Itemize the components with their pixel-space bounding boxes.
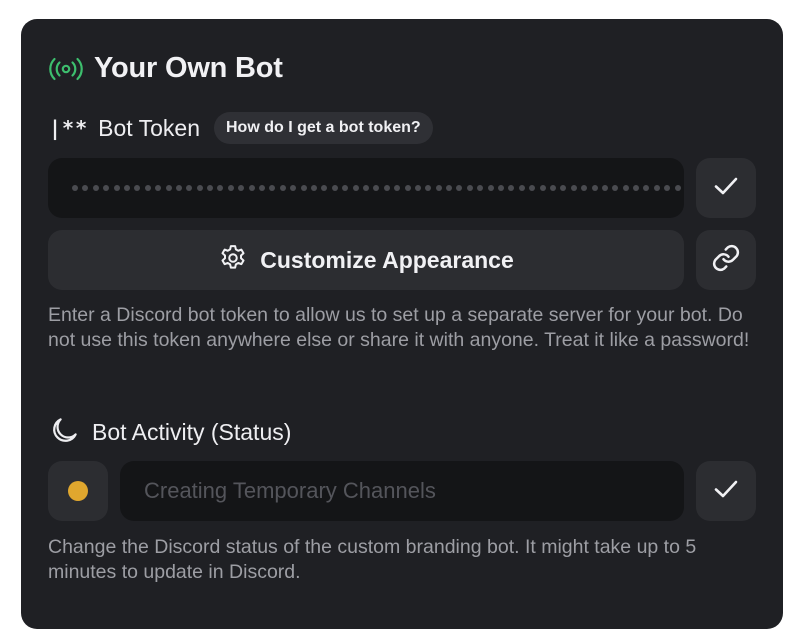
mask-dot [259,185,266,191]
mask-dot [290,185,297,191]
link-icon [711,243,741,278]
page-title: Your Own Bot [94,52,283,84]
mask-dot [508,185,515,191]
mask-dot [664,185,671,191]
mask-dot [446,185,453,191]
status-selector-button[interactable] [48,461,108,521]
mask-dot [529,185,536,191]
bot-token-label: Bot Token [98,114,200,141]
checkmark-icon [711,171,741,206]
status-indicator-dot [68,481,88,501]
mask-dot [279,185,286,191]
checkmark-icon [711,474,741,509]
copy-link-button[interactable] [696,230,756,290]
mask-dot [155,185,162,191]
mask-dot [581,185,588,191]
bot-token-description: Enter a Discord bot token to allow us to… [48,304,750,351]
mask-dot [674,185,681,191]
bot-activity-input[interactable] [120,461,684,521]
mask-dot [466,185,473,191]
mask-dot [622,185,629,191]
mask-dot [601,185,608,191]
mask-dot [394,185,401,191]
mask-dot [591,185,598,191]
bot-token-input[interactable]: ••••••••••••••••••••••••••••••••••••••••… [48,158,684,218]
mask-dot [103,185,110,191]
mask-dot [425,185,432,191]
mask-dot [518,185,525,191]
mask-dot [570,185,577,191]
mask-dot [404,185,411,191]
mask-dot [373,185,380,191]
mask-dot [362,185,369,191]
mask-dot [113,185,120,191]
mask-dot [92,185,99,191]
moon-icon [50,415,80,450]
mask-dot [342,185,349,191]
mask-dot [196,185,203,191]
gear-icon [218,243,248,278]
mask-dot [352,185,359,191]
mask-dot [300,185,307,191]
mask-dot [383,185,390,191]
mask-dot [539,185,546,191]
mask-dot [331,185,338,191]
mask-dot [238,185,245,191]
mask-dot [414,185,421,191]
mask-dot [487,185,494,191]
mask-dot [549,185,556,191]
mask-dot [269,185,276,191]
mask-dot [186,185,193,191]
mask-dot [207,185,214,191]
mask-dot [612,185,619,191]
bot-activity-description: Change the Discord status of the custom … [48,536,697,583]
mask-dot [643,185,650,191]
broadcast-icon [48,57,84,81]
bot-token-label-row: |** Bot Token How do I get a bot token? [49,111,433,145]
mask-dot [82,185,89,191]
customize-appearance-label: Customize Appearance [260,246,514,273]
mask-dot [560,185,567,191]
mask-dot [72,185,78,191]
mask-dot [498,185,505,191]
save-activity-button[interactable] [696,461,756,521]
mask-dot [456,185,463,191]
mask-dot [217,185,224,191]
bot-activity-label: Bot Activity (Status) [92,418,292,445]
mask-dot [633,185,640,191]
mask-dot [248,185,255,191]
mask-dot [175,185,182,191]
mask-dot [321,185,328,191]
bot-settings-card: Your Own Bot |** Bot Token How do I get … [21,19,783,629]
save-token-button[interactable] [696,158,756,218]
mask-dot [134,185,141,191]
bot-token-help-link[interactable]: How do I get a bot token? [214,112,433,144]
masked-token-value [72,185,684,191]
mask-dot [123,185,130,191]
mask-dot [310,185,317,191]
mask-dot [653,185,660,191]
mask-dot [477,185,484,191]
mask-dot [227,185,234,191]
mask-dot [165,185,172,191]
customize-appearance-button[interactable]: Customize Appearance [48,230,684,290]
mask-dot [435,185,442,191]
card-header: Your Own Bot [48,52,283,85]
bot-activity-label-row: Bot Activity (Status) [50,415,291,449]
mask-dot [144,185,151,191]
password-icon: |** [49,116,89,140]
